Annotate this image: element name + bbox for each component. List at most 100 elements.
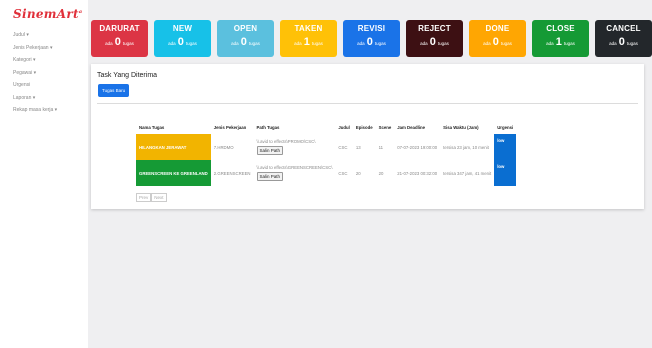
task-deadline-cell: 07-07-2023 19:00:00 xyxy=(397,144,438,150)
task-urgensi-cell: low xyxy=(494,160,517,186)
status-card-count: ada 0 tugas xyxy=(595,36,652,48)
sidebar-item-kategori[interactable]: Kategori ▾ xyxy=(13,54,57,67)
sidebar-item-jenis-pekerjaan[interactable]: Jenis Pekerjaan ▾ xyxy=(13,42,57,55)
task-urgensi-cell: low xyxy=(494,134,517,160)
task-scene-cell: 11 xyxy=(378,144,384,150)
status-card-taken[interactable]: TAKEN ada 1 tugas xyxy=(280,20,337,57)
status-card-title: DARURAT xyxy=(99,24,140,33)
status-card-count: ada 1 tugas xyxy=(532,36,589,48)
task-path-cell: \\.avid to effects\GREENSCREEN\CSC\ Salin… xyxy=(254,160,336,186)
count-prefix: ada xyxy=(609,41,617,46)
status-card-title: DONE xyxy=(485,24,510,33)
sidebar: SinemArta Judul ▾ Jenis Pekerjaan ▾ Kate… xyxy=(0,0,88,348)
col-header-judul[interactable]: Judul xyxy=(335,120,352,134)
col-header-sisa-waktu[interactable]: Sisa Waktu (Jam) xyxy=(440,120,494,134)
count-prefix: ada xyxy=(231,41,239,46)
panel-title: Task Yang Diterima xyxy=(97,72,158,79)
task-sisa-cell: tersisa 23 jam, 10 menit xyxy=(443,144,489,150)
count-value: 0 xyxy=(114,36,121,48)
pagination: Prev Next xyxy=(136,193,167,202)
count-value: 0 xyxy=(492,36,499,48)
col-header-episode[interactable]: Episode xyxy=(353,120,376,134)
task-judul-cell: CSC xyxy=(338,144,348,150)
table-row: GREENSCREEN KE GREENLAND 2.GREENSCREEN \\.… xyxy=(136,160,517,186)
task-judul-cell: CSC xyxy=(338,170,348,176)
prev-page-button[interactable]: Prev xyxy=(136,193,152,202)
status-card-new[interactable]: NEW ada 0 tugas xyxy=(154,20,211,57)
sidebar-item-pegawai[interactable]: Pegawai ▾ xyxy=(13,67,57,80)
new-task-button[interactable]: Tugas Baru xyxy=(98,84,130,97)
status-card-open[interactable]: OPEN ada 0 tugas xyxy=(217,20,274,57)
main-content: DARURAT ada 0 tugas NEW ada 0 tugas OPEN ada 0 tuga… xyxy=(88,0,652,348)
count-value: 0 xyxy=(177,36,184,48)
task-jenis-cell: 2.GREENSCREEN xyxy=(213,170,251,176)
sidebar-item-laporan[interactable]: Laporan ▾ xyxy=(13,92,57,105)
status-card-title: REJECT xyxy=(418,24,451,33)
status-card-count: ada 0 tugas xyxy=(154,36,211,48)
status-card-reject[interactable]: REJECT ada 0 tugas xyxy=(406,20,463,57)
task-path-cell: \\.avid to effects\PROMO\CSC\ Salin Path xyxy=(254,134,336,160)
count-value: 1 xyxy=(303,36,310,48)
count-suffix: tugas xyxy=(122,41,134,46)
count-prefix: ada xyxy=(546,41,554,46)
count-suffix: tugas xyxy=(374,41,386,46)
col-header-nama-tugas[interactable]: Nama Tugas xyxy=(136,120,211,134)
status-card-count: ada 0 tugas xyxy=(217,36,274,48)
status-card-title: CLOSE xyxy=(546,24,575,33)
table-header-row: Nama Tugas Jenis Pekerjaan Path Tugas Ju… xyxy=(136,120,516,134)
count-suffix: tugas xyxy=(248,41,260,46)
status-card-title: REVISI xyxy=(357,24,386,33)
count-prefix: ada xyxy=(168,41,176,46)
status-cards: DARURAT ada 0 tugas NEW ada 0 tugas OPEN ada 0 tuga… xyxy=(91,20,652,57)
status-card-title: TAKEN xyxy=(294,24,323,33)
col-header-jam-deadline[interactable]: Jam Deadline xyxy=(394,120,440,134)
count-suffix: tugas xyxy=(185,41,197,46)
col-header-scene[interactable]: Scene xyxy=(376,120,395,134)
task-jenis-cell: 7.HRDMO xyxy=(213,144,234,150)
status-card-cancel[interactable]: CANCEL ada 0 tugas xyxy=(595,20,652,57)
status-card-close[interactable]: CLOSE ada 1 tugas xyxy=(532,20,589,57)
task-panel: Task Yang Diterima Tugas Baru Nama Tugas… xyxy=(91,64,644,209)
status-card-done[interactable]: DONE ada 0 tugas xyxy=(469,20,526,57)
count-suffix: tugas xyxy=(311,41,323,46)
sidebar-item-urgensi[interactable]: Urgensi xyxy=(13,79,57,92)
col-header-jenis-pekerjaan[interactable]: Jenis Pekerjaan xyxy=(211,120,254,134)
count-prefix: ada xyxy=(294,41,302,46)
count-prefix: ada xyxy=(105,41,113,46)
sidebar-nav: Judul ▾ Jenis Pekerjaan ▾ Kategori ▾ Peg… xyxy=(13,29,57,117)
sidebar-item-rekap-masa-kerja[interactable]: Rekap masa kerja ▾ xyxy=(13,104,57,117)
status-card-darurat[interactable]: DARURAT ada 0 tugas xyxy=(91,20,148,57)
status-card-title: NEW xyxy=(172,24,193,33)
count-prefix: ada xyxy=(357,41,365,46)
task-name-cell[interactable]: GREENSCREEN KE GREENLAND xyxy=(136,160,211,186)
copy-path-button[interactable]: Salin Path xyxy=(256,146,284,155)
sidebar-item-judul[interactable]: Judul ▾ xyxy=(13,29,57,42)
next-page-button[interactable]: Next xyxy=(151,193,167,202)
copy-path-button[interactable]: Salin Path xyxy=(256,172,284,181)
status-card-revisi[interactable]: REVISI ada 0 tugas xyxy=(343,20,400,57)
task-scene-cell: 20 xyxy=(378,170,384,176)
col-header-path-tugas[interactable]: Path Tugas xyxy=(254,120,336,134)
task-name-cell[interactable]: HILANGKAN JERAWAT xyxy=(136,134,211,160)
status-card-count: ada 0 tugas xyxy=(343,36,400,48)
task-sisa-cell: tersisa 347 jam, 41 menit xyxy=(443,170,492,176)
task-deadline-cell: 21-07-2023 00:32:00 xyxy=(397,170,438,176)
task-episode-cell[interactable]: 13 xyxy=(353,134,376,160)
count-value: 0 xyxy=(429,36,436,48)
app-logo[interactable]: SinemArta xyxy=(13,7,82,21)
task-path-text: \\.avid to effects\GREENSCREEN\CSC\ xyxy=(256,165,333,170)
count-suffix: tugas xyxy=(437,41,449,46)
count-value: 0 xyxy=(366,36,373,48)
count-suffix: tugas xyxy=(563,41,575,46)
col-header-urgensi[interactable]: Urgensi xyxy=(494,120,516,134)
logo-suffix: a xyxy=(78,9,83,15)
task-table: Nama Tugas Jenis Pekerjaan Path Tugas Ju… xyxy=(136,120,517,186)
status-card-count: ada 0 tugas xyxy=(469,36,526,48)
count-value: 0 xyxy=(240,36,247,48)
status-card-title: CANCEL xyxy=(606,24,641,33)
count-value: 0 xyxy=(618,36,625,48)
count-prefix: ada xyxy=(420,41,428,46)
divider xyxy=(97,103,638,104)
task-path-text: \\.avid to effects\PROMO\CSC\ xyxy=(256,139,316,144)
status-card-count: ada 0 tugas xyxy=(91,36,148,48)
